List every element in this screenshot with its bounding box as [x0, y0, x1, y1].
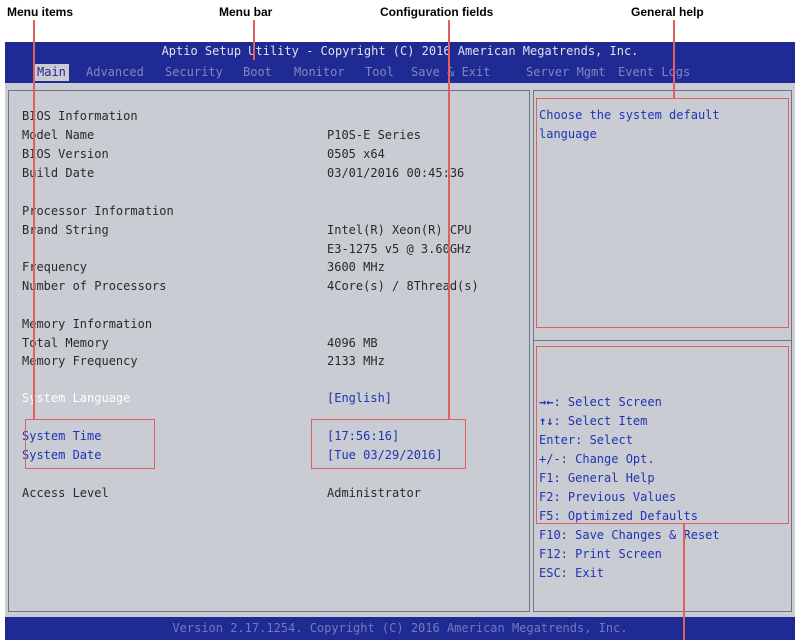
- frequency-label: Frequency: [22, 260, 88, 274]
- memory-frequency-value: 2133 MHz: [327, 354, 385, 368]
- num-processors-label: Number of Processors: [22, 279, 167, 293]
- total-memory-label: Total Memory: [22, 336, 109, 350]
- memory-information-heading: Memory Information: [22, 317, 153, 331]
- navigation-keys-highlight-box: [536, 346, 789, 524]
- build-date-value: 03/01/2016 00:45:36: [327, 166, 465, 180]
- menu-bar: Main Advanced Security Boot Monitor Tool…: [5, 61, 795, 83]
- callout-menu-bar: Menu bar: [219, 5, 273, 19]
- menu-tool[interactable]: Tool: [362, 64, 397, 81]
- brand-string-label: Brand String: [22, 223, 109, 237]
- general-help-highlight-box: [536, 98, 789, 328]
- bios-information-heading: BIOS Information: [22, 109, 138, 123]
- menu-save-exit[interactable]: Save & Exit: [408, 64, 493, 81]
- frequency-value: 3600 MHz: [327, 260, 385, 274]
- general-help-leader-line: [673, 20, 675, 98]
- help-key-line: F10: Save Changes & Reset: [539, 526, 720, 545]
- menu-monitor[interactable]: Monitor: [291, 64, 348, 81]
- callout-general-help: General help: [631, 5, 704, 19]
- menu-items-leader-line: [33, 20, 35, 419]
- footer-version: Version 2.17.1254. Copyright (C) 2016 Am…: [5, 617, 795, 640]
- callout-configuration-fields: Configuration fields: [380, 5, 494, 19]
- menu-server-mgmt[interactable]: Server Mgmt: [523, 64, 608, 81]
- help-key-text: ESC: Exit: [539, 566, 605, 580]
- menu-items-highlight-box: [25, 419, 155, 469]
- menu-security[interactable]: Security: [162, 64, 226, 81]
- configuration-fields-highlight-box: [311, 419, 466, 469]
- title-bar: Aptio Setup Utility - Copyright (C) 2016…: [5, 42, 795, 61]
- system-language-label[interactable]: System Language: [22, 389, 130, 408]
- help-key-text: F12: Print Screen: [539, 547, 662, 561]
- total-memory-value: 4096 MB: [327, 336, 378, 350]
- bios-version-label: BIOS Version: [22, 147, 109, 161]
- processor-information-heading: Processor Information: [22, 204, 174, 218]
- bios-version-value: 0505 x64: [327, 147, 385, 161]
- access-level-value: Administrator: [327, 486, 421, 500]
- memory-frequency-label: Memory Frequency: [22, 354, 138, 368]
- help-key-line: ESC: Exit: [539, 564, 604, 583]
- menu-event-logs[interactable]: Event Logs: [615, 64, 693, 81]
- configuration-fields-leader-line: [448, 20, 450, 419]
- brand-string-value-line2: E3-1275 v5 @ 3.60GHz: [327, 242, 472, 256]
- brand-string-value-line1: Intel(R) Xeon(R) CPU: [327, 223, 472, 237]
- menu-main[interactable]: Main: [34, 64, 69, 81]
- system-language-value[interactable]: [English]: [327, 389, 392, 408]
- help-key-line: F12: Print Screen: [539, 545, 662, 564]
- access-level-label: Access Level: [22, 486, 109, 500]
- help-key-text: F10: Save Changes & Reset: [539, 528, 720, 542]
- model-name-value: P10S-E Series: [327, 128, 421, 142]
- menu-bar-leader-line: [253, 20, 255, 60]
- navigation-keys-leader-line: [683, 524, 685, 640]
- help-divider: [534, 340, 791, 341]
- callout-menu-items: Menu items: [7, 5, 74, 19]
- num-processors-value: 4Core(s) / 8Thread(s): [327, 279, 479, 293]
- menu-advanced[interactable]: Advanced: [83, 64, 147, 81]
- menu-boot[interactable]: Boot: [240, 64, 275, 81]
